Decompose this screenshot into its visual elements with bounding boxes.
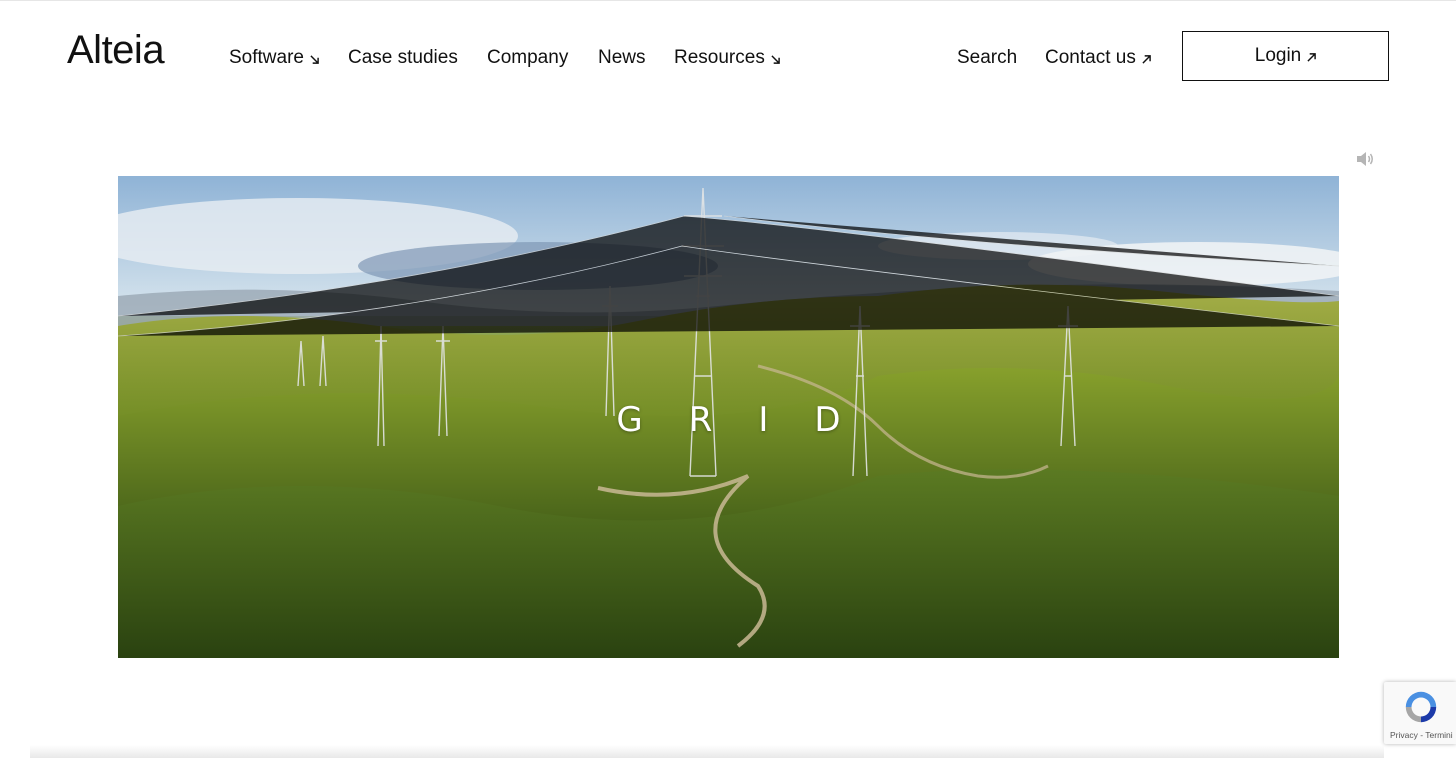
- brand-logo[interactable]: Alteia: [67, 28, 165, 72]
- hero-video[interactable]: GRID: [118, 176, 1339, 658]
- nav-item-contact[interactable]: Contact us: [1045, 46, 1151, 70]
- page-bottom-fade: [30, 745, 1384, 758]
- nav-item-label: Software: [229, 47, 304, 68]
- nav-item-label: Resources: [674, 47, 765, 68]
- nav-item-news[interactable]: News: [598, 46, 646, 70]
- recaptcha-icon: [1405, 691, 1437, 723]
- top-divider: [0, 0, 1456, 1]
- nav-item-company[interactable]: Company: [487, 46, 568, 70]
- recaptcha-links: Privacy - Termini: [1390, 730, 1453, 740]
- recaptcha-terms-link[interactable]: Termini: [1425, 730, 1452, 740]
- recaptcha-badge[interactable]: Privacy - Termini: [1384, 682, 1456, 744]
- login-button[interactable]: Login: [1182, 31, 1389, 81]
- arrow-down-right-icon: [771, 55, 780, 64]
- nav-item-label: Case studies: [348, 47, 458, 68]
- nav-item-label: News: [598, 47, 646, 68]
- arrow-up-right-icon: [1142, 55, 1151, 64]
- speaker-volume-icon[interactable]: [1354, 148, 1376, 170]
- nav-item-case-studies[interactable]: Case studies: [348, 46, 458, 70]
- nav-item-label: Company: [487, 47, 569, 68]
- nav-item-label: Contact us: [1045, 47, 1136, 68]
- arrow-up-right-icon: [1307, 53, 1317, 62]
- nav-item-resources[interactable]: Resources: [674, 46, 780, 70]
- nav-item-software[interactable]: Software: [229, 46, 319, 70]
- hero-title: GRID: [616, 400, 887, 440]
- nav-item-label: Search: [957, 47, 1018, 68]
- nav-item-search[interactable]: Search: [957, 46, 1017, 70]
- recaptcha-privacy-link[interactable]: Privacy: [1390, 730, 1418, 740]
- login-label: Login: [1254, 45, 1302, 66]
- arrow-down-right-icon: [310, 55, 319, 64]
